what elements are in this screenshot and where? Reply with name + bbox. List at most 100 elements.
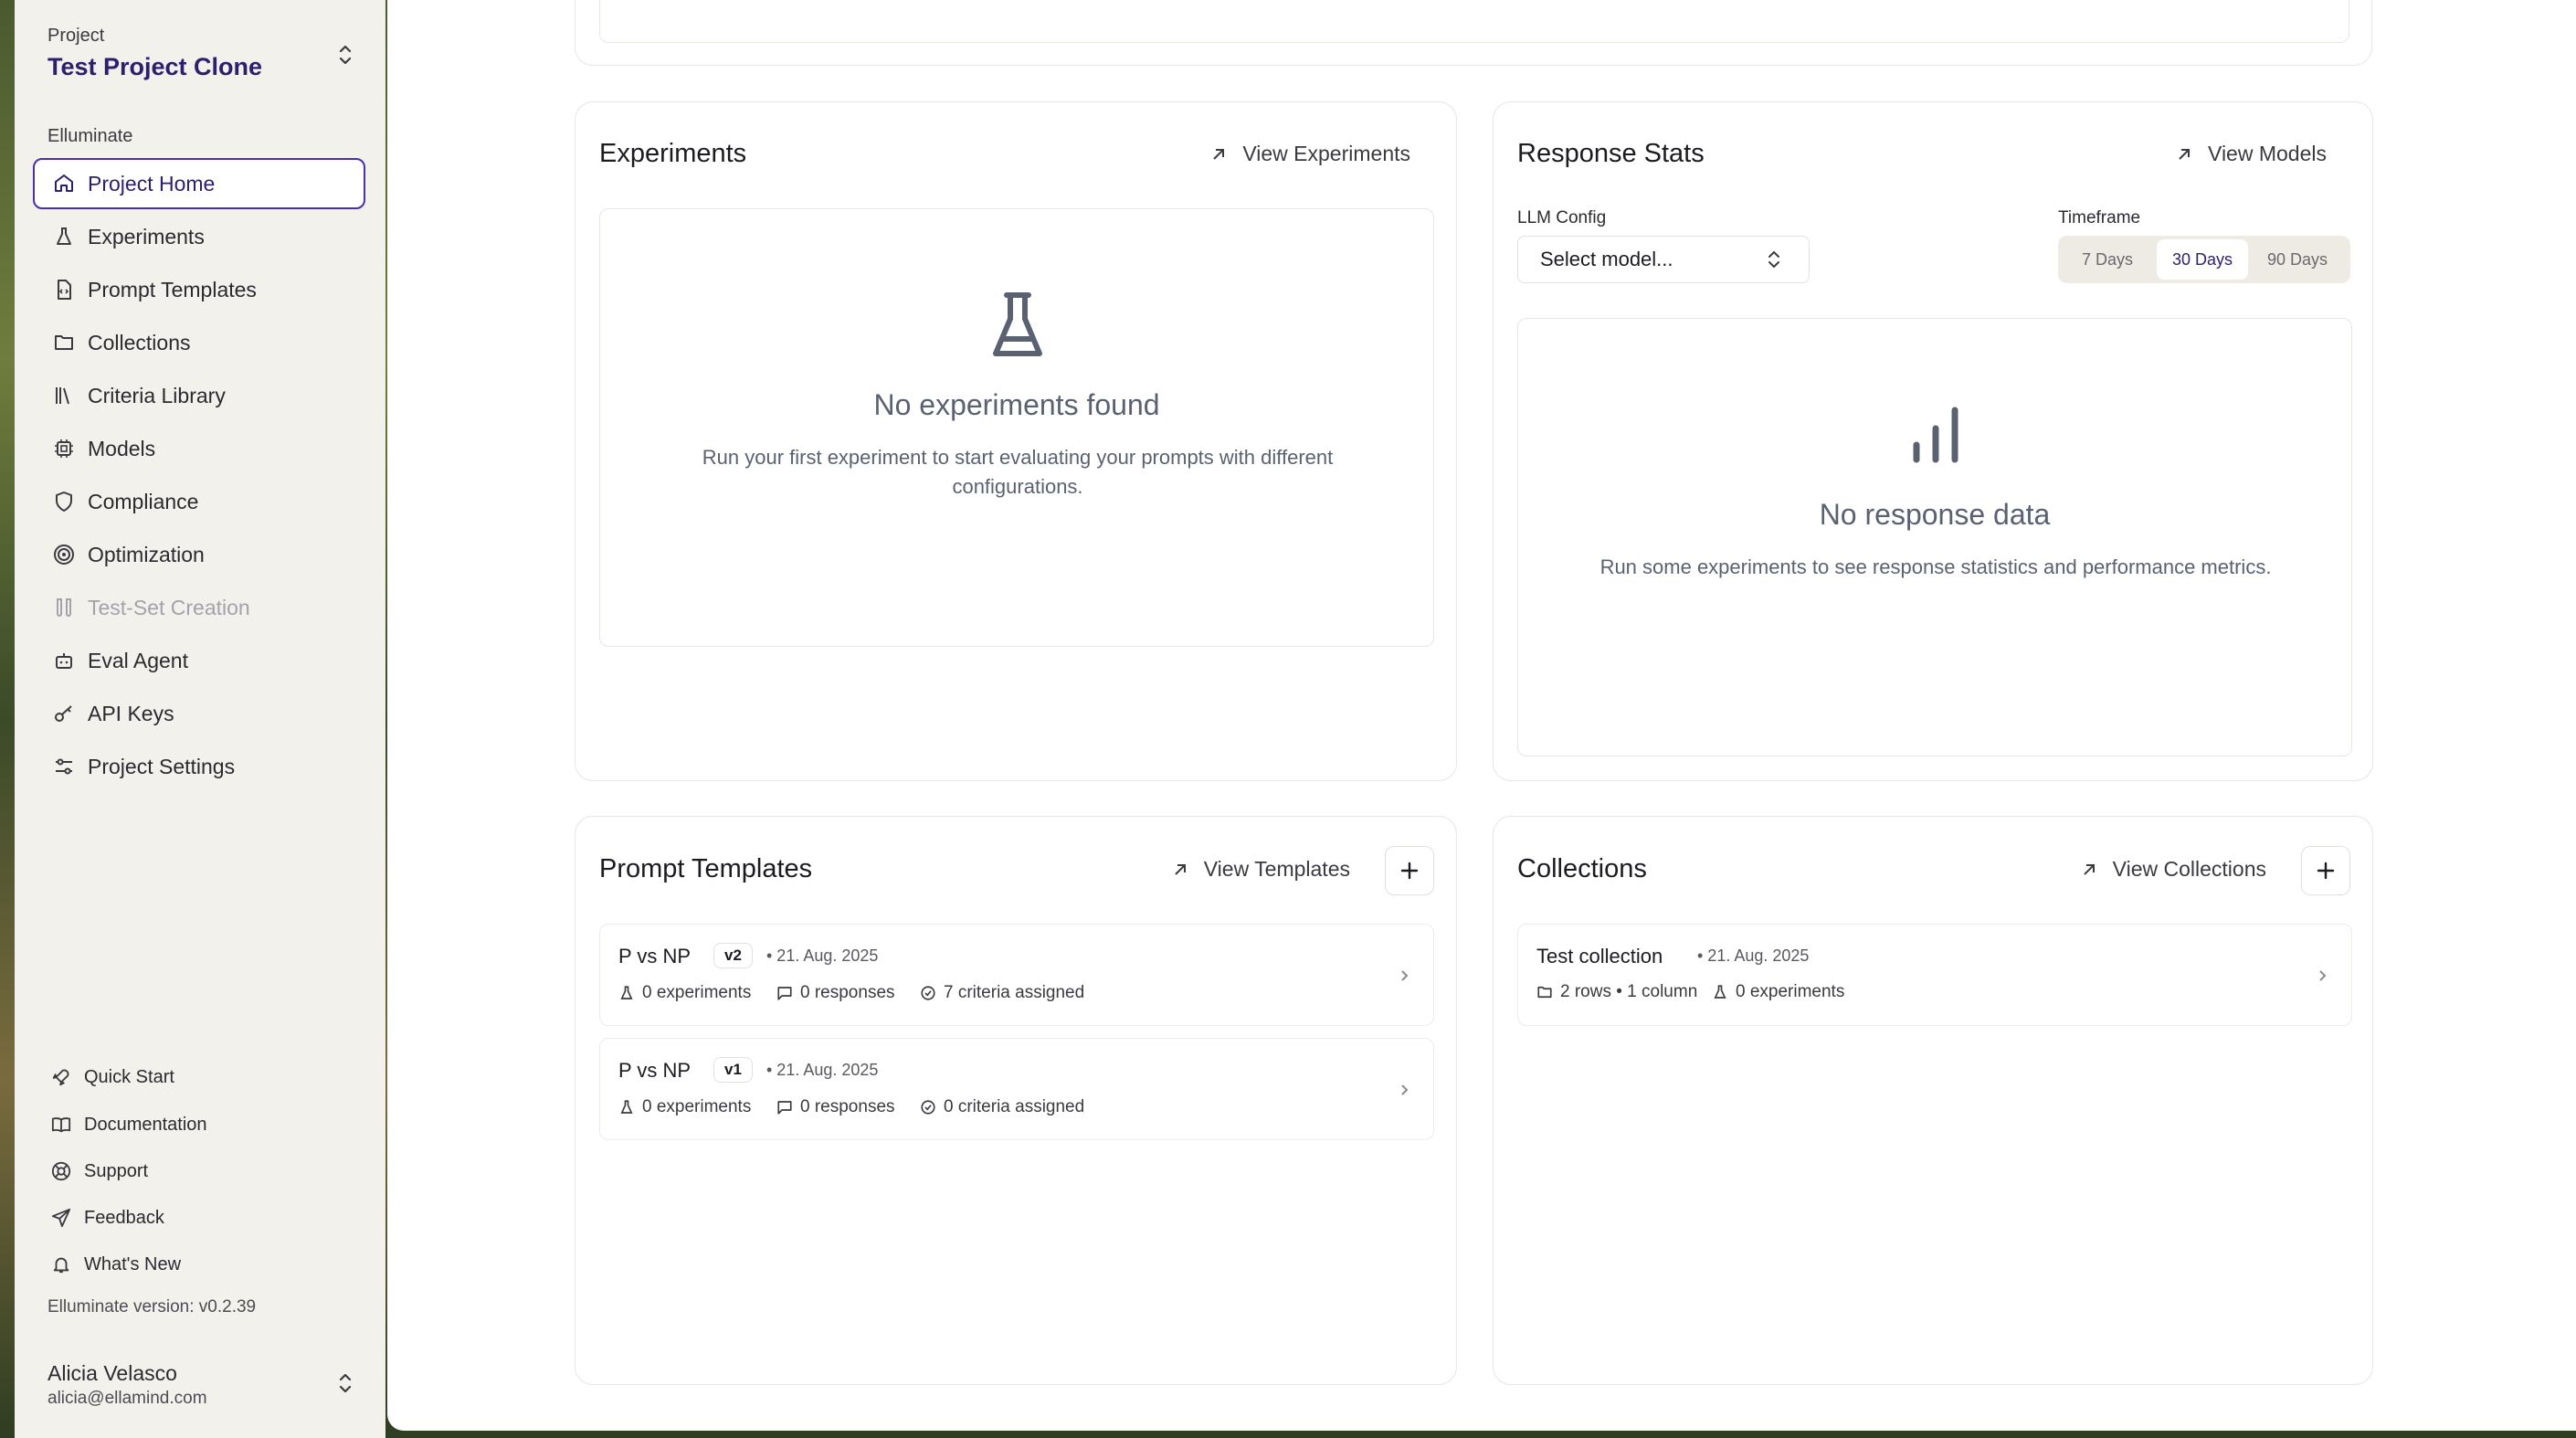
view-experiments-link[interactable]: View Experiments	[1209, 142, 1410, 166]
flask-icon	[990, 291, 1045, 361]
collection-row[interactable]: Test collection • 21. Aug. 2025 2 rows •…	[1517, 924, 2352, 1026]
user-name[interactable]: Alicia Velasco	[48, 1361, 177, 1386]
flask-icon	[53, 226, 75, 248]
bar-chart-icon	[1911, 407, 1960, 463]
project-name[interactable]: Test Project Clone	[48, 53, 262, 81]
flask-icon	[618, 1099, 635, 1116]
footer-item-label: Support	[84, 1160, 149, 1181]
sidebar-item-models[interactable]: Models	[33, 423, 365, 474]
version-badge: v1	[713, 1057, 753, 1083]
meta-text: 0 responses	[800, 983, 895, 1002]
arrow-up-right-icon	[2080, 861, 2098, 879]
sidebar-item-label: Test-Set Creation	[88, 595, 250, 619]
chevrons-up-down-icon	[1767, 248, 1781, 271]
experiments-title: Experiments	[599, 139, 747, 168]
sidebar-item-label: Models	[88, 436, 156, 460]
chevron-right-icon	[1397, 1083, 1411, 1097]
send-icon	[51, 1208, 71, 1228]
arrow-up-right-icon	[1171, 861, 1189, 879]
sidebar-item-label: Criteria Library	[88, 383, 226, 407]
sidebar-item-criteria-library[interactable]: Criteria Library	[33, 370, 365, 421]
folder-icon	[53, 332, 75, 354]
user-email: alicia@ellamind.com	[48, 1389, 207, 1408]
template-row[interactable]: P vs NP v1 • 21. Aug. 2025 0 experiments…	[599, 1038, 1434, 1140]
sidebar-item-label: Compliance	[88, 489, 199, 513]
template-date: • 21. Aug. 2025	[766, 946, 879, 965]
support-link[interactable]: Support	[33, 1153, 148, 1190]
sidebar-item-test-set-creation[interactable]: Test-Set Creation	[33, 582, 365, 633]
sidebar-item-label: Optimization	[88, 542, 205, 566]
sidebar-item-label: Project Settings	[88, 754, 236, 778]
home-icon	[53, 173, 75, 195]
prompt-templates-card: Prompt Templates View Templates P vs NP …	[575, 816, 1457, 1385]
view-models-link[interactable]: View Models	[2175, 142, 2327, 166]
link-label: View Templates	[1203, 857, 1350, 881]
sidebar-item-project-settings[interactable]: Project Settings	[33, 741, 365, 792]
experiments-count: 0 experiments	[618, 983, 751, 1003]
meta-text: 0 experiments	[1736, 982, 1845, 1001]
check-circle-icon	[920, 985, 936, 1001]
chevron-right-icon	[1397, 968, 1411, 983]
sidebar-item-prompt-templates[interactable]: Prompt Templates	[33, 264, 365, 315]
timeframe-30-days[interactable]: 30 Days	[2157, 239, 2248, 280]
timeframe-90-days[interactable]: 90 Days	[2252, 239, 2343, 280]
sidebar-item-optimization[interactable]: Optimization	[33, 529, 365, 580]
experiments-count: 0 experiments	[618, 1097, 751, 1117]
template-row[interactable]: P vs NP v2 • 21. Aug. 2025 0 experiments…	[599, 924, 1434, 1026]
template-name: P vs NP	[618, 1059, 692, 1082]
sidebar-item-label: Collections	[88, 330, 191, 354]
responses-count: 0 responses	[776, 1097, 895, 1117]
rocket-icon	[51, 1067, 71, 1087]
top-card-inner	[599, 0, 2349, 43]
sidebar-item-label: API Keys	[88, 701, 174, 725]
feedback-link[interactable]: Feedback	[33, 1200, 164, 1236]
model-select[interactable]: Select model...	[1517, 236, 1810, 283]
template-date: • 21. Aug. 2025	[766, 1061, 879, 1079]
empty-description: Run your first experiment to start evalu…	[702, 446, 1334, 498]
arrow-up-right-icon	[1209, 145, 1228, 164]
shield-icon	[53, 491, 75, 513]
response-empty-state: No response data Run some experiments to…	[1517, 318, 2352, 756]
book-icon	[51, 1115, 71, 1135]
sidebar-item-compliance[interactable]: Compliance	[33, 476, 365, 527]
life-buoy-icon	[51, 1161, 71, 1181]
sidebar-item-label: Eval Agent	[88, 648, 188, 672]
add-collection-button[interactable]	[2301, 846, 2350, 895]
arrow-up-right-icon	[2175, 145, 2193, 164]
meta-text: 2 rows • 1 column	[1560, 982, 1698, 1001]
sidebar-item-experiments[interactable]: Experiments	[33, 211, 365, 262]
sidebar-item-api-keys[interactable]: API Keys	[33, 688, 365, 739]
chevron-right-icon	[2315, 968, 2329, 983]
sidebar-item-eval-agent[interactable]: Eval Agent	[33, 635, 365, 686]
experiments-card: Experiments View Experiments No experime…	[575, 101, 1457, 781]
sidebar-item-collections[interactable]: Collections	[33, 317, 365, 368]
documentation-link[interactable]: Documentation	[33, 1106, 207, 1143]
collection-size: 2 rows • 1 column	[1536, 982, 1697, 1002]
view-templates-link[interactable]: View Templates	[1171, 857, 1350, 882]
link-label: View Experiments	[1242, 142, 1410, 165]
footer-item-label: Documentation	[84, 1114, 207, 1135]
add-template-button[interactable]	[1385, 846, 1434, 895]
file-code-icon	[53, 279, 75, 301]
sidebar-item-label: Experiments	[88, 224, 205, 248]
top-card	[575, 0, 2372, 66]
sidebar-item-label: Project Home	[88, 171, 216, 196]
experiments-count: 0 experiments	[1712, 982, 1844, 1002]
message-icon	[776, 1099, 793, 1116]
criteria-count: 0 criteria assigned	[920, 1097, 1084, 1117]
whats-new-link[interactable]: What's New	[33, 1246, 181, 1283]
select-value: Select model...	[1540, 248, 1673, 270]
response-stats-title: Response Stats	[1517, 139, 1705, 168]
project-switcher-icon[interactable]	[336, 42, 354, 68]
quick-start-link[interactable]: Quick Start	[33, 1059, 174, 1095]
view-collections-link[interactable]: View Collections	[2080, 857, 2266, 882]
timeframe-7-days[interactable]: 7 Days	[2062, 239, 2153, 280]
sidebar-item-project-home[interactable]: Project Home	[33, 158, 365, 209]
version-badge: v2	[713, 943, 753, 968]
user-menu-icon[interactable]	[336, 1370, 354, 1396]
empty-description: Run some experiments to see response sta…	[1599, 555, 2272, 578]
footer-item-label: Quick Start	[84, 1066, 174, 1087]
check-circle-icon	[920, 1099, 936, 1116]
library-icon	[53, 385, 75, 407]
criteria-count: 7 criteria assigned	[920, 983, 1084, 1003]
